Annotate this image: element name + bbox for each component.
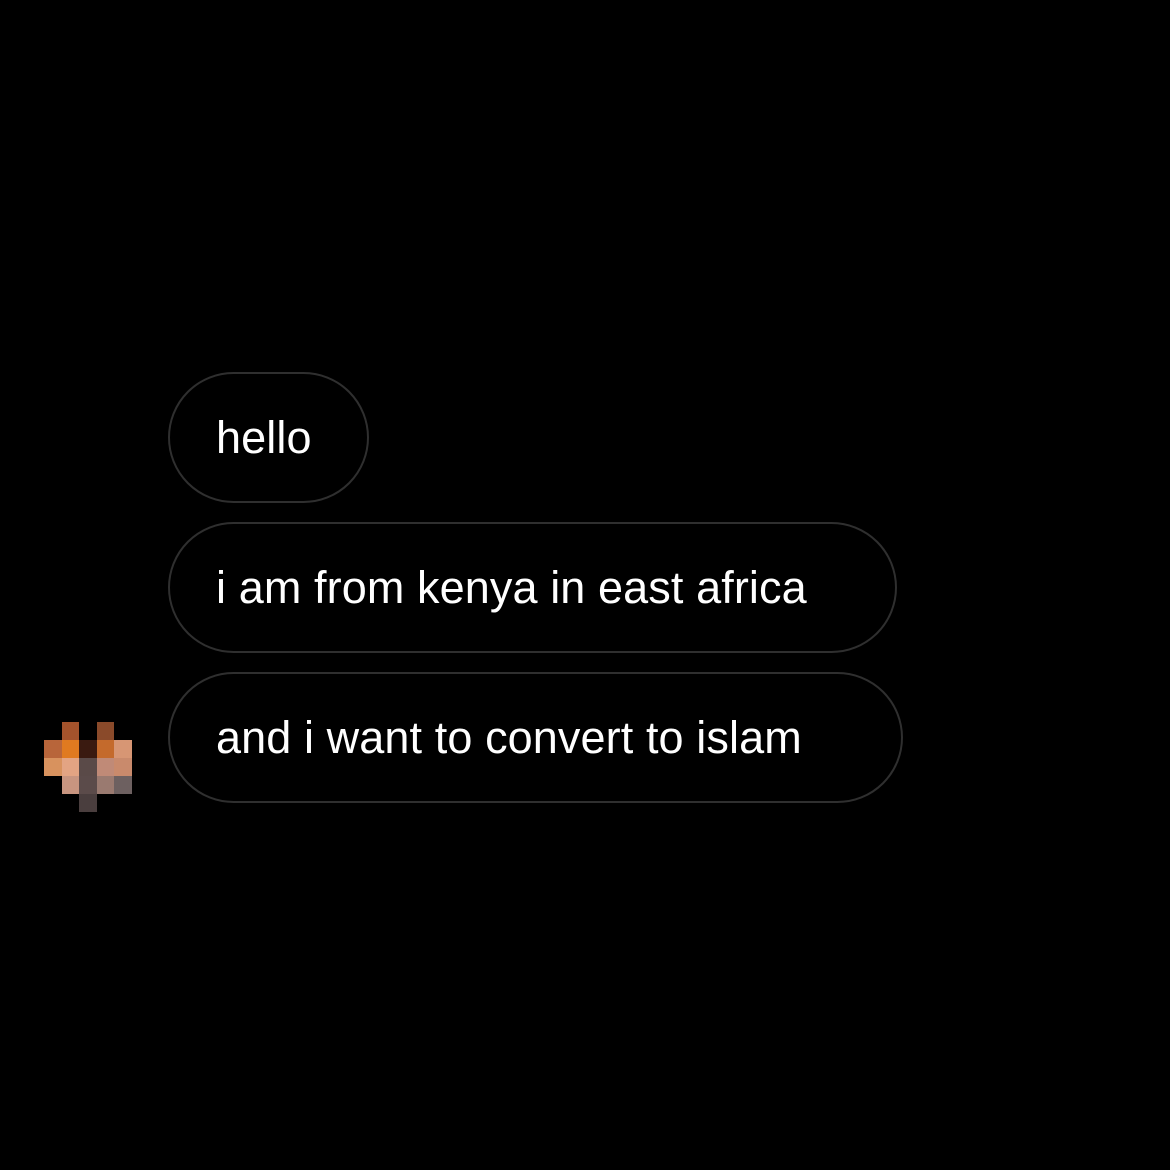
message-bubble[interactable]: and i want to convert to islam: [168, 672, 903, 803]
message-text: hello: [216, 411, 312, 463]
message-text: i am from kenya in east africa: [216, 561, 807, 613]
pixelated-avatar-icon: [44, 722, 132, 812]
sender-avatar[interactable]: [44, 722, 132, 812]
message-text: and i want to convert to islam: [216, 711, 802, 763]
message-thread: hello i am from kenya in east africa and…: [0, 0, 1170, 1170]
message-bubble[interactable]: hello: [168, 372, 369, 503]
message-bubble[interactable]: i am from kenya in east africa: [168, 522, 897, 653]
